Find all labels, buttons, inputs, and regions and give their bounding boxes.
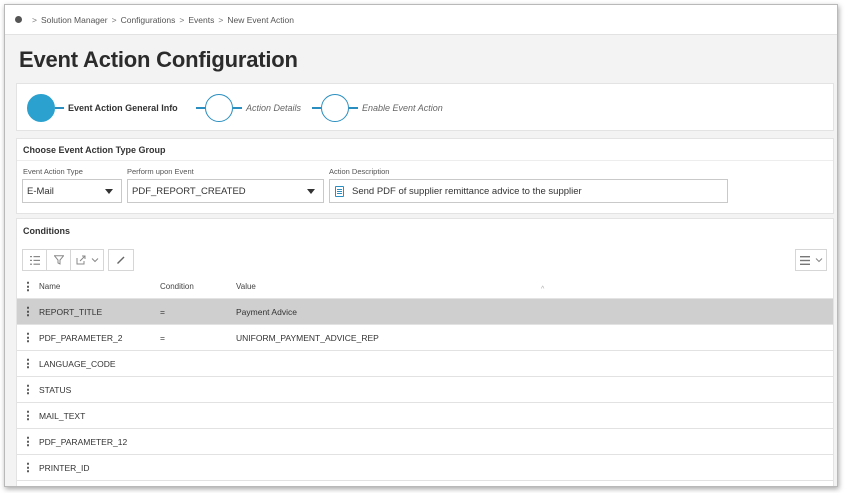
table-row[interactable]: ⋮ STATUS bbox=[17, 377, 833, 403]
row-name: PDF_PARAMETER_12 bbox=[39, 436, 128, 447]
wizard-step-enable-event-action[interactable]: Enable Event Action bbox=[312, 94, 443, 122]
column-header-value[interactable]: Value bbox=[236, 282, 833, 291]
row-name: STATUS bbox=[39, 384, 72, 395]
breadcrumb-item-configurations[interactable]: Configurations bbox=[121, 15, 176, 25]
filter-icon bbox=[53, 255, 64, 265]
breadcrumb-item-events[interactable]: Events bbox=[188, 15, 214, 25]
app-window: > Solution Manager > Configurations > Ev… bbox=[4, 4, 838, 487]
column-header-name[interactable]: Name bbox=[39, 282, 160, 291]
wizard-step-action-details[interactable]: Action Details bbox=[196, 94, 301, 122]
perform-upon-event-value: PDF_REPORT_CREATED bbox=[132, 185, 246, 197]
row-menu-icon[interactable]: ⋮ bbox=[17, 435, 39, 448]
table-row[interactable]: ⋮ PDF_PARAMETER_12 bbox=[17, 429, 833, 455]
row-condition: = bbox=[160, 306, 165, 317]
chevron-right-icon: > bbox=[111, 14, 117, 25]
step-connector bbox=[55, 107, 64, 109]
pencil-icon bbox=[117, 256, 125, 264]
event-action-type-select[interactable]: E-Mail bbox=[22, 179, 122, 203]
type-group-panel: Choose Event Action Type Group Event Act… bbox=[16, 138, 834, 214]
step-indicator bbox=[205, 94, 233, 122]
toolbar-group bbox=[22, 249, 104, 271]
row-menu-icon[interactable]: ⋮ bbox=[17, 461, 39, 474]
table-row[interactable]: ⋮ REPORT_TITLE = Payment Advice bbox=[17, 299, 833, 325]
row-name: REPORT_TITLE bbox=[39, 306, 103, 317]
breadcrumb-item-current: New Event Action bbox=[227, 14, 294, 25]
export-icon bbox=[76, 255, 85, 265]
step-indicator bbox=[321, 94, 349, 122]
row-value: Payment Advice bbox=[236, 306, 297, 317]
chevron-down-icon bbox=[307, 189, 315, 194]
step-label: Enable Event Action bbox=[362, 103, 443, 113]
table-header: ⋮ Name Condition Value ^ bbox=[17, 275, 833, 299]
conditions-panel: Conditions ⋮ Name Condition Value ^ ⋮ RE… bbox=[16, 218, 834, 486]
table-row[interactable]: ⋮ PDF_PARAMETER_2 = UNIFORM_PAYMENT_ADVI… bbox=[17, 325, 833, 351]
type-group-header: Choose Event Action Type Group bbox=[17, 139, 833, 161]
chevron-down-icon bbox=[91, 258, 98, 263]
row-menu-icon[interactable]: ⋮ bbox=[17, 305, 39, 318]
breadcrumb-item-solution-manager[interactable]: Solution Manager bbox=[41, 15, 108, 25]
column-header-condition[interactable]: Condition bbox=[160, 282, 236, 291]
breadcrumb: > Solution Manager > Configurations > Ev… bbox=[5, 5, 837, 35]
event-action-type-value: E-Mail bbox=[27, 185, 54, 197]
conditions-table: ⋮ Name Condition Value ^ ⋮ REPORT_TITLE … bbox=[17, 275, 833, 481]
chevron-down-icon bbox=[815, 258, 822, 263]
filter-button[interactable] bbox=[46, 249, 70, 271]
table-row[interactable]: ⋮ MAIL_TEXT bbox=[17, 403, 833, 429]
action-description-label: Action Description bbox=[329, 167, 390, 176]
row-name: MAIL_TEXT bbox=[39, 410, 86, 421]
conditions-toolbar bbox=[22, 249, 134, 271]
conditions-header: Conditions bbox=[23, 226, 70, 236]
row-menu-icon[interactable]: ⋮ bbox=[17, 409, 39, 422]
step-label: Action Details bbox=[246, 103, 302, 113]
event-action-type-label: Event Action Type bbox=[23, 167, 83, 176]
wizard-step-general-info[interactable]: Event Action General Info bbox=[27, 94, 178, 122]
row-menu-icon[interactable]: ⋮ bbox=[17, 331, 39, 344]
row-menu-icon[interactable]: ⋮ bbox=[17, 383, 39, 396]
row-name: PRINTER_ID bbox=[39, 462, 90, 473]
table-row[interactable]: ⋮ LANGUAGE_CODE bbox=[17, 351, 833, 377]
table-row[interactable]: ⋮ PRINTER_ID bbox=[17, 455, 833, 481]
step-label: Event Action General Info bbox=[68, 103, 178, 113]
chevron-down-icon bbox=[105, 189, 113, 194]
perform-upon-event-select[interactable]: PDF_REPORT_CREATED bbox=[127, 179, 324, 203]
export-button[interactable] bbox=[70, 249, 104, 271]
step-indicator-active bbox=[27, 94, 55, 122]
column-menu-icon[interactable]: ⋮ bbox=[17, 280, 39, 293]
row-condition: = bbox=[160, 332, 165, 343]
row-name: LANGUAGE_CODE bbox=[39, 358, 116, 369]
chevron-right-icon: > bbox=[218, 14, 224, 25]
edit-button[interactable] bbox=[108, 249, 134, 271]
document-icon bbox=[335, 185, 344, 197]
row-menu-icon[interactable]: ⋮ bbox=[17, 357, 39, 370]
table-settings-button[interactable] bbox=[795, 249, 827, 271]
list-icon bbox=[29, 255, 40, 265]
chevron-up-icon: ^ bbox=[541, 286, 545, 293]
chevron-right-icon: > bbox=[32, 14, 37, 25]
home-icon[interactable] bbox=[15, 16, 22, 23]
row-value: UNIFORM_PAYMENT_ADVICE_REP bbox=[236, 332, 379, 343]
column-chooser-button[interactable] bbox=[22, 249, 46, 271]
perform-upon-event-label: Perform upon Event bbox=[127, 167, 194, 176]
row-name: PDF_PARAMETER_2 bbox=[39, 332, 123, 343]
menu-icon bbox=[799, 255, 810, 265]
action-description-input[interactable]: Send PDF of supplier remittance advice t… bbox=[329, 179, 728, 203]
action-description-value: Send PDF of supplier remittance advice t… bbox=[352, 185, 582, 197]
step-connector bbox=[196, 107, 205, 109]
chevron-right-icon: > bbox=[179, 14, 185, 25]
step-connector bbox=[233, 107, 242, 109]
step-connector bbox=[312, 107, 321, 109]
step-connector bbox=[349, 107, 358, 109]
page-title: Event Action Configuration bbox=[19, 47, 298, 72]
wizard-steps: Event Action General Info Action Details… bbox=[16, 83, 834, 131]
